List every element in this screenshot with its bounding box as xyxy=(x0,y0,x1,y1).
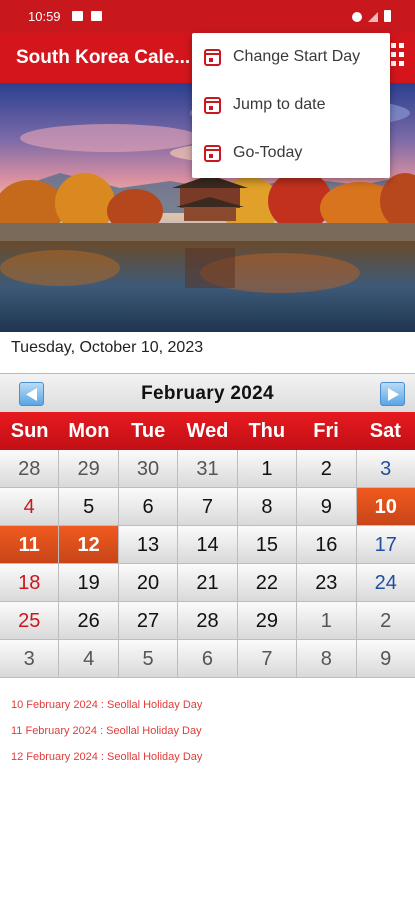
day-cell[interactable]: 5 xyxy=(118,640,179,678)
day-cell[interactable]: 2 xyxy=(297,450,357,488)
day-cell[interactable]: 8 xyxy=(297,640,357,678)
app-title: South Korea Cale... xyxy=(16,47,191,68)
weekday-header: Sun Mon Tue Wed Thu Fri Sat xyxy=(0,412,415,450)
day-cell[interactable]: 9 xyxy=(297,488,357,526)
day-cell-holiday[interactable]: 12 xyxy=(59,526,119,564)
holiday-item: 11 February 2024 : Seollal Holiday Day xyxy=(11,725,202,737)
day-cell[interactable]: 25 xyxy=(0,602,60,640)
day-cell[interactable]: 14 xyxy=(178,526,238,564)
day-cell[interactable]: 18 xyxy=(0,564,60,602)
menu-item-jump-to-date[interactable]: Jump to date xyxy=(192,81,390,129)
day-cell[interactable]: 23 xyxy=(297,564,357,602)
day-cell[interactable]: 3 xyxy=(356,450,415,488)
calendar-week: 11 12 13 14 15 16 17 xyxy=(0,526,415,564)
day-cell-holiday[interactable]: 10 xyxy=(356,488,415,526)
menu-item-label: Go-Today xyxy=(233,144,303,161)
menu-item-label: Jump to date xyxy=(233,96,326,113)
day-cell[interactable]: 28 xyxy=(0,450,60,488)
day-cell[interactable]: 5 xyxy=(59,488,119,526)
day-cell[interactable]: 2 xyxy=(356,602,415,640)
day-cell[interactable]: 30 xyxy=(118,450,179,488)
calendar-week: 28 29 30 31 1 2 3 xyxy=(0,450,415,488)
day-cell[interactable]: 1 xyxy=(297,602,357,640)
checkbox-icon xyxy=(91,11,102,21)
menu-item-go-today[interactable]: Go-Today xyxy=(192,129,390,177)
status-time: 10:59 xyxy=(28,9,61,24)
weekday-label: Sat xyxy=(369,420,401,442)
day-cell[interactable]: 13 xyxy=(118,526,179,564)
calendar-grid: 28 29 30 31 1 2 3 4 5 6 7 8 9 10 11 12 1… xyxy=(0,450,415,678)
holiday-item: 10 February 2024 : Seollal Holiday Day xyxy=(11,699,203,711)
day-cell[interactable]: 3 xyxy=(0,640,60,678)
overflow-menu: Change Start Day Jump to date Go-Today xyxy=(192,33,390,178)
day-cell[interactable]: 16 xyxy=(297,526,357,564)
day-cell[interactable]: 17 xyxy=(356,526,415,564)
calendar-week: 4 5 6 7 8 9 10 xyxy=(0,488,415,526)
weekday-label: Mon xyxy=(68,420,110,442)
day-cell[interactable]: 19 xyxy=(59,564,119,602)
weekday-label: Thu xyxy=(248,420,286,442)
calendar-week: 25 26 27 28 29 1 2 xyxy=(0,602,415,640)
menu-item-label: Change Start Day xyxy=(233,48,361,65)
arrow-right-icon xyxy=(388,388,399,401)
calendar-week: 18 19 20 21 22 23 24 xyxy=(0,564,415,602)
alarm-icon xyxy=(352,12,362,22)
day-cell[interactable]: 7 xyxy=(178,488,238,526)
day-cell[interactable]: 29 xyxy=(237,602,298,640)
weekday-label: Fri xyxy=(313,420,339,442)
holiday-item: 12 February 2024 : Seollal Holiday Day xyxy=(11,751,203,763)
menu-item-change-start-day[interactable]: Change Start Day xyxy=(192,33,390,81)
day-cell[interactable]: 4 xyxy=(59,640,119,678)
day-cell[interactable]: 28 xyxy=(178,602,238,640)
day-cell[interactable]: 21 xyxy=(178,564,238,602)
day-cell[interactable]: 8 xyxy=(237,488,298,526)
day-cell-holiday[interactable]: 11 xyxy=(0,526,60,564)
battery-icon xyxy=(384,10,391,22)
signal-icon xyxy=(368,12,378,22)
day-cell[interactable]: 26 xyxy=(59,602,119,640)
status-indicators xyxy=(352,10,391,22)
day-cell[interactable]: 6 xyxy=(118,488,179,526)
day-cell[interactable]: 31 xyxy=(178,450,238,488)
day-cell[interactable]: 27 xyxy=(118,602,179,640)
day-cell[interactable]: 6 xyxy=(178,640,238,678)
day-cell[interactable]: 7 xyxy=(237,640,298,678)
day-cell[interactable]: 20 xyxy=(118,564,179,602)
calendar-week: 3 4 5 6 7 8 9 xyxy=(0,640,415,678)
next-month-button[interactable] xyxy=(380,382,405,406)
weekday-label: Tue xyxy=(131,420,166,442)
calendar-header: February 2024 xyxy=(0,373,415,412)
calendar-icon xyxy=(204,96,221,114)
day-cell[interactable]: 29 xyxy=(59,450,119,488)
folder-icon xyxy=(72,11,83,21)
day-cell[interactable]: 22 xyxy=(237,564,298,602)
holiday-list: 10 February 2024 : Seollal Holiday Day 1… xyxy=(11,698,202,776)
day-cell[interactable]: 15 xyxy=(237,526,298,564)
calendar-icon xyxy=(204,48,221,66)
day-cell[interactable]: 4 xyxy=(0,488,60,526)
month-title: February 2024 xyxy=(141,383,274,404)
day-cell[interactable]: 24 xyxy=(356,564,415,602)
day-cell[interactable]: 1 xyxy=(237,450,298,488)
status-bar: 10:59 xyxy=(0,0,415,33)
weekday-label: Wed xyxy=(186,420,229,442)
day-cell[interactable]: 9 xyxy=(356,640,415,678)
calendar-icon xyxy=(204,144,221,162)
current-date: Tuesday, October 10, 2023 xyxy=(11,339,204,356)
weekday-label: Sun xyxy=(10,420,49,442)
